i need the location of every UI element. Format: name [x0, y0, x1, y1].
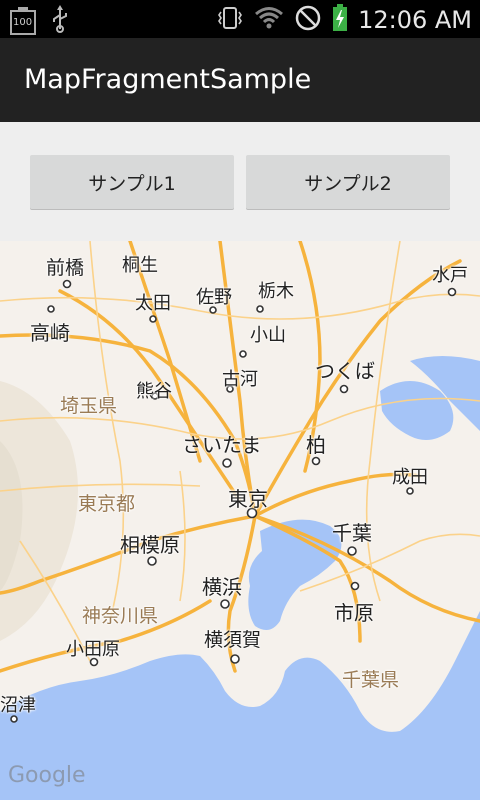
map-label-sagamihara: 相模原	[120, 533, 180, 557]
map-label-ichihara: 市原	[334, 601, 374, 625]
google-attribution: Google	[8, 763, 86, 788]
status-time: 12:06 AM	[358, 6, 472, 34]
map-label-maebashi: 前橋	[46, 257, 85, 279]
map-label-chiba: 千葉	[332, 521, 372, 545]
sample1-button[interactable]: サンプル1	[30, 155, 234, 209]
map-label-tsukuba: つくば	[315, 359, 375, 383]
wifi-icon	[254, 4, 284, 36]
charging-battery-icon	[332, 4, 348, 36]
sample2-button[interactable]: サンプル2	[246, 155, 450, 209]
map-label-saitama: さいたま	[182, 433, 262, 457]
do-not-disturb-icon	[294, 4, 322, 36]
map-label-numazu: 沼津	[0, 695, 36, 716]
map-label-yokohama: 横浜	[202, 575, 242, 599]
map-label-kashiwa: 柏	[306, 433, 326, 457]
content-area: サンプル1 サンプル2 前橋 桐生 水戸 太田 佐野 栃木 高崎 小山 つくば …	[0, 122, 480, 800]
vibrate-icon	[216, 4, 244, 36]
status-bar: 100 12:06 AM	[0, 0, 480, 38]
map-label-mito: 水戸	[432, 265, 468, 286]
map-label-tochigi: 栃木	[258, 281, 294, 302]
map-label-kanagawa: 神奈川県	[82, 605, 159, 627]
action-bar: MapFragmentSample	[0, 38, 480, 122]
map-label-oyama: 小山	[250, 325, 286, 346]
map-label-chiba-pref: 千葉県	[342, 669, 400, 691]
map-canvas	[0, 241, 480, 800]
map-label-ota: 太田	[135, 293, 171, 314]
map-label-yokosuka: 横須賀	[204, 629, 262, 651]
map-label-takasaki: 高崎	[30, 321, 70, 345]
map-label-narita: 成田	[392, 467, 428, 488]
usb-icon	[50, 5, 70, 37]
map-label-tokyo-to: 東京都	[78, 493, 136, 515]
map-label-odawara: 小田原	[66, 639, 120, 660]
map-view[interactable]: 前橋 桐生 水戸 太田 佐野 栃木 高崎 小山 つくば 熊谷 古河 埼玉県 さい…	[0, 241, 480, 800]
map-label-sano: 佐野	[196, 287, 232, 308]
battery-100-icon: 100	[10, 7, 36, 35]
map-label-kiryu: 桐生	[122, 255, 158, 276]
map-label-koga: 古河	[222, 369, 258, 390]
battery-badge-label: 100	[13, 17, 33, 28]
app-title: MapFragmentSample	[24, 64, 312, 95]
map-label-tokyo: 東京	[228, 487, 268, 511]
map-label-saitama-pref: 埼玉県	[60, 395, 118, 417]
map-label-kumagaya: 熊谷	[136, 381, 172, 402]
